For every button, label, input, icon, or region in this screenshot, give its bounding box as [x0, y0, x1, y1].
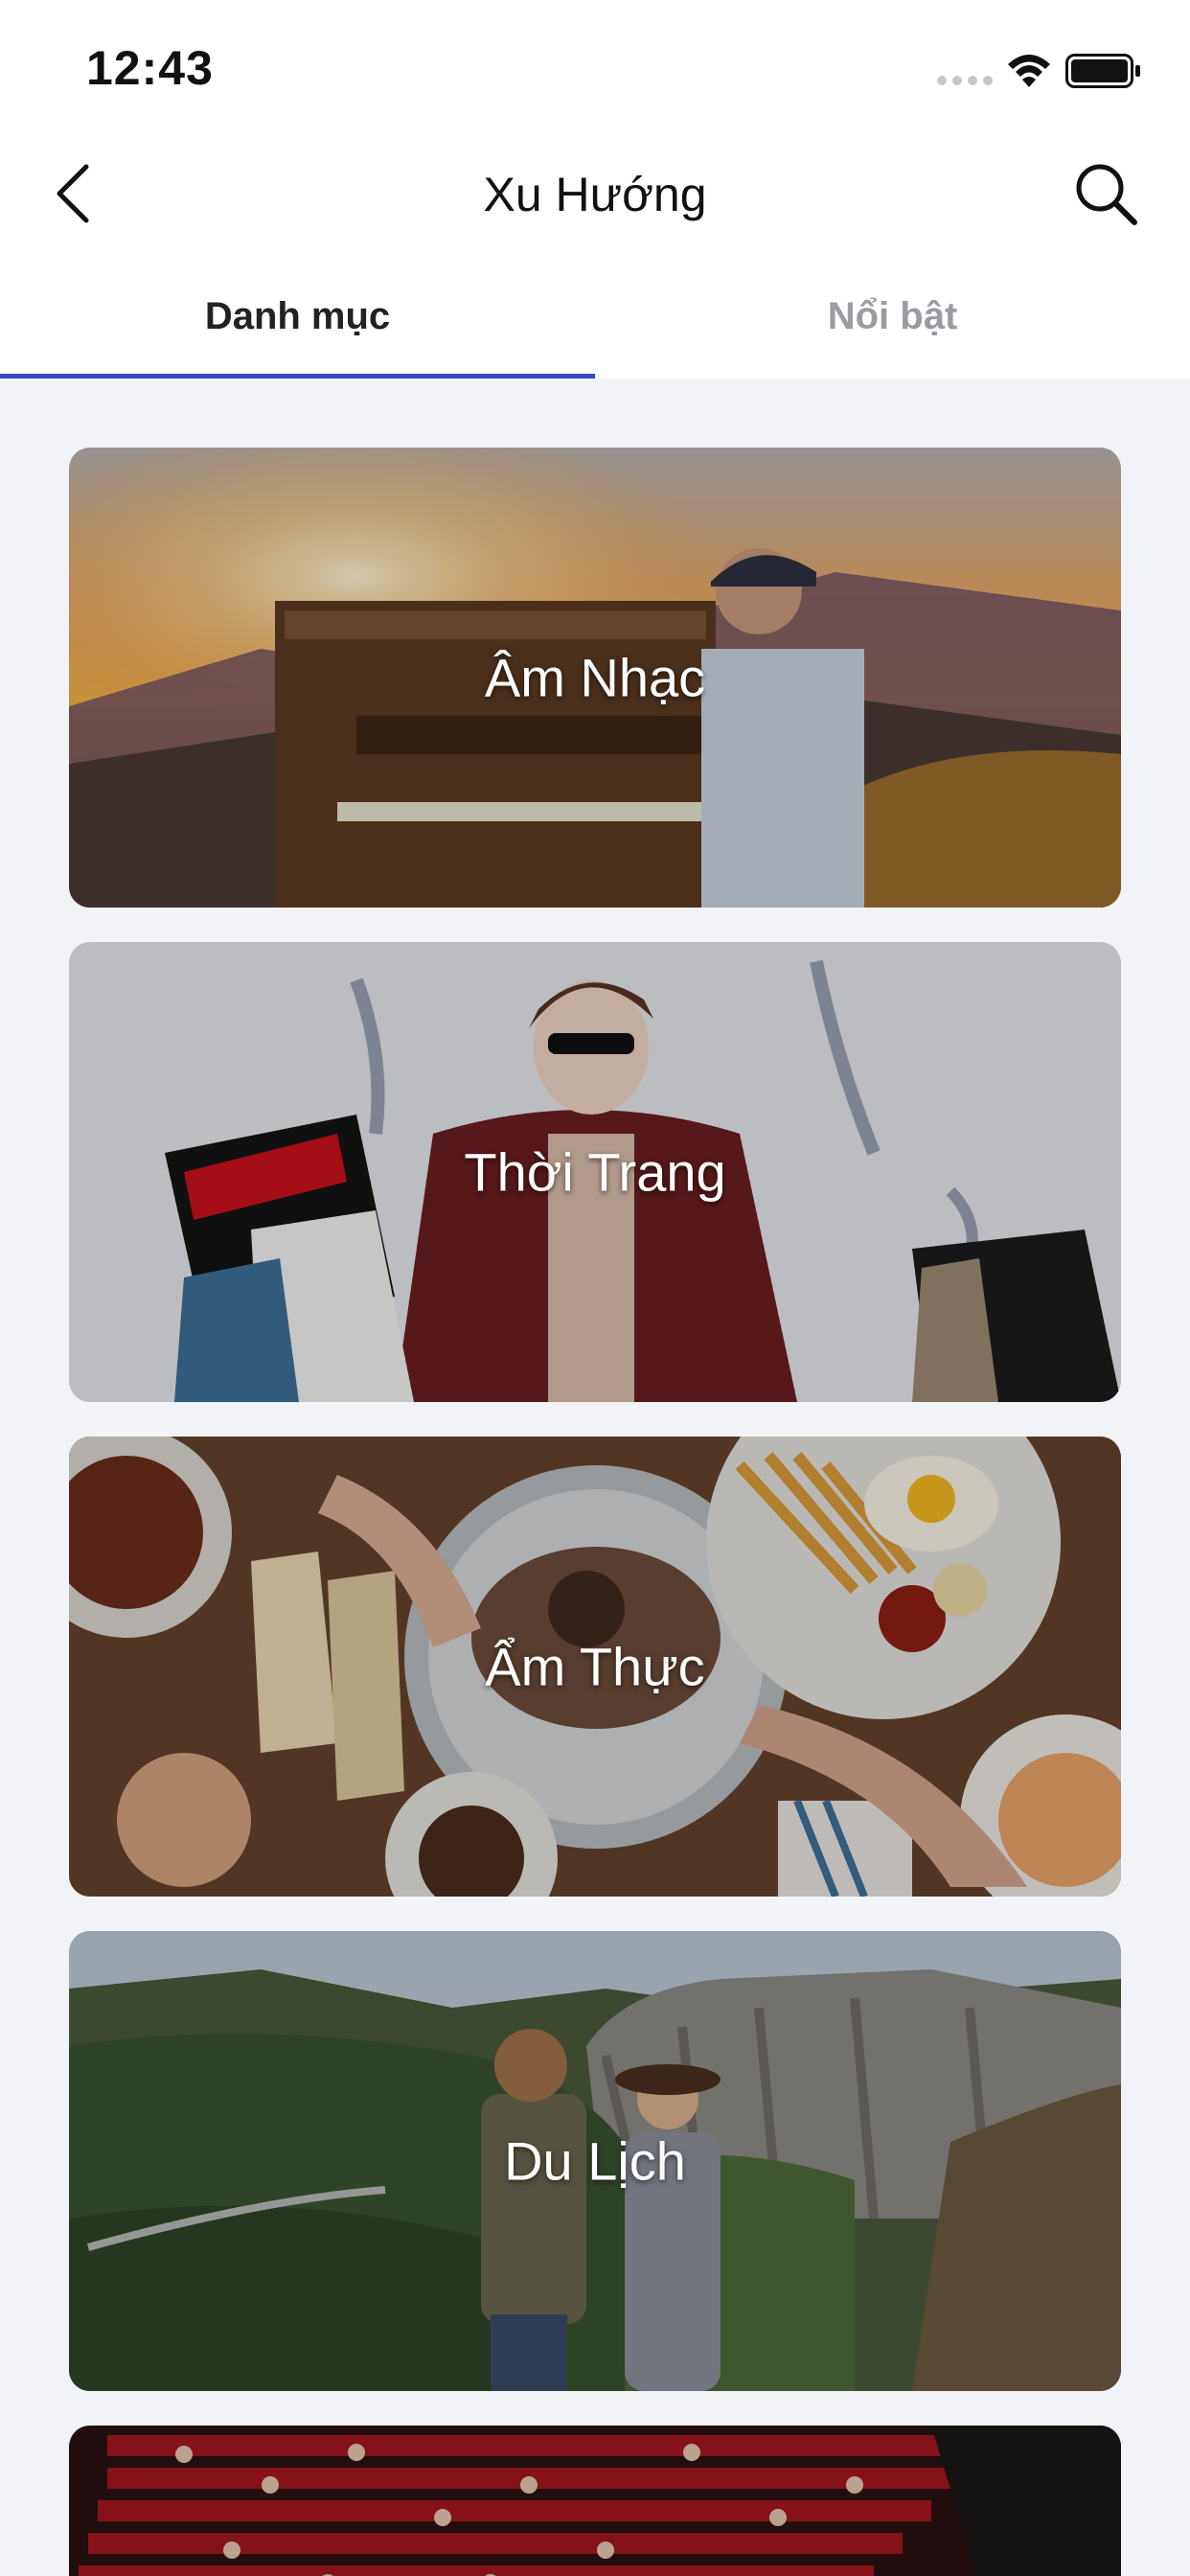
active-tab-indicator: [0, 374, 595, 379]
category-card-music[interactable]: Âm Nhạc: [69, 448, 1121, 908]
category-label: Âm Nhạc: [484, 647, 706, 708]
category-label: Ẩm Thực: [485, 1636, 705, 1697]
category-label: Du Lịch: [504, 2130, 686, 2192]
search-icon: [1076, 164, 1137, 225]
category-label: Thời Trang: [464, 1141, 726, 1203]
nav-bar: Xu Hướng: [0, 134, 1190, 254]
status-time: 12:43: [86, 41, 214, 95]
tab-bar: Danh mục Nổi bật: [0, 254, 1190, 379]
tab-danh-muc[interactable]: Danh mục: [0, 254, 595, 379]
category-card-cinema[interactable]: [69, 2426, 1121, 2576]
status-bar: 12:43: [0, 0, 1190, 134]
search-button[interactable]: [1069, 157, 1142, 230]
cellular-signal-icon: [937, 76, 993, 85]
tab-noi-bat[interactable]: Nổi bật: [595, 254, 1190, 379]
category-card-fashion[interactable]: Thời Trang: [69, 942, 1121, 1402]
page-title: Xu Hướng: [483, 168, 707, 221]
battery-icon: [1065, 54, 1140, 88]
category-card-travel[interactable]: Du Lịch: [69, 1931, 1121, 2391]
category-card-food[interactable]: Ẩm Thực: [69, 1437, 1121, 1897]
wifi-icon: [1008, 55, 1050, 87]
